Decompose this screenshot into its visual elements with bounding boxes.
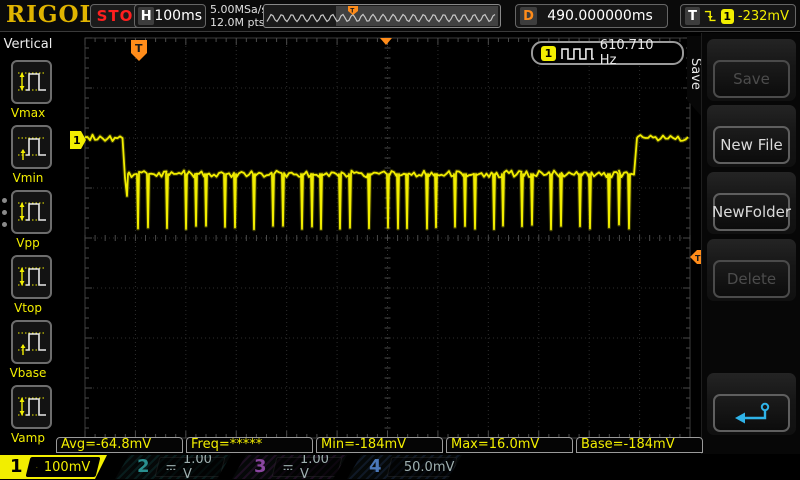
vtop-button[interactable] [11, 255, 52, 299]
scope-display: 1 T T [0, 0, 800, 480]
channel-2-tab[interactable]: 2 1.00 V [115, 455, 232, 479]
delay-d-badge: D [520, 7, 537, 25]
return-arrow-icon [732, 401, 772, 425]
channel-3-scale: 1.00 V [300, 452, 332, 480]
vamp-label: Vamp [0, 431, 56, 445]
channel-1-scale-box: 100mV [26, 457, 101, 477]
vbase-label: Vbase [0, 366, 56, 380]
horizontal-timebase-box[interactable]: H 100ms [134, 4, 206, 28]
channel-status-bar: 1 100mV 2 1.00 V 3 [0, 454, 800, 480]
softkey-menu: Save New File NewFolder Delete [701, 33, 800, 454]
channel-1-tab[interactable]: 1 100mV [0, 455, 114, 479]
channel-1-number: 1 [10, 456, 23, 478]
memory-depth: 12.0M pts [210, 16, 267, 29]
channel-4-scale-box: 50.0mV [387, 457, 458, 477]
menu-slot-delete: Delete [707, 239, 796, 301]
svg-text:T: T [135, 42, 143, 55]
measurement-base: Base=-184mV [576, 437, 703, 453]
frequency-counter: 1 610.710 Hz [531, 41, 684, 65]
falling-edge-icon [704, 8, 716, 24]
trigger-source-badge: 1 [721, 9, 734, 24]
horizontal-h-badge: H [138, 7, 154, 25]
new-file-button[interactable]: New File [713, 126, 790, 164]
vmax-label: Vmax [0, 106, 56, 120]
measurement-freq: Freq=***** [186, 437, 313, 453]
delete-button[interactable]: Delete [713, 260, 790, 298]
vamp-icon [15, 392, 49, 422]
vmax-icon [15, 67, 49, 97]
svg-text:1: 1 [73, 134, 81, 147]
acquisition-info: 5.00MSa/s 12.0M pts [210, 3, 267, 29]
channel-3-tab[interactable]: 3 1.00 V [232, 455, 348, 479]
ch1-ground-marker [70, 131, 86, 149]
trigger-position-marker [131, 40, 147, 61]
frequency-value: 610.710 Hz [600, 38, 674, 68]
channel-2-scale-box: 1.00 V [155, 457, 226, 477]
save-button[interactable]: Save [713, 60, 790, 98]
dc-coupling-icon [166, 463, 177, 472]
sample-rate: 5.00MSa/s [210, 3, 267, 16]
measurement-max: Max=16.0mV [446, 437, 573, 453]
vamp-button[interactable] [11, 385, 52, 429]
trigger-level-value: -232mV [738, 9, 791, 24]
waveform-preview-bar[interactable]: T [263, 4, 501, 28]
menu-slot-save: Save [707, 39, 796, 101]
channel-4-tab[interactable]: 4 50.0mV [347, 455, 463, 479]
vpp-button[interactable] [11, 190, 52, 234]
square-wave-icon [561, 46, 595, 60]
menu-slot-new-file: New File [707, 105, 796, 167]
sidebar-title: Vertical [0, 33, 56, 52]
vmin-button[interactable] [11, 125, 52, 169]
vtop-icon [15, 262, 49, 292]
back-button[interactable] [713, 394, 790, 432]
vmax-button[interactable] [11, 60, 52, 104]
vpp-label: Vpp [0, 236, 56, 250]
waveform-preview-icon: T [264, 5, 500, 27]
channel-2-scale: 1.00 V [183, 452, 215, 480]
channel-4-scale: 50.0mV [404, 460, 455, 475]
vtop-label: Vtop [0, 301, 56, 315]
menu-page-indicator [2, 198, 7, 227]
vpp-icon [15, 197, 49, 227]
vbase-button[interactable] [11, 320, 52, 364]
vmin-icon [15, 132, 49, 162]
measurement-avg: Avg=-64.8mV [56, 437, 183, 453]
channel-1-scale: 100mV [44, 460, 90, 475]
measurement-min: Min=-184mV [316, 437, 443, 453]
menu-slot-back [707, 373, 796, 435]
trigger-readout-box[interactable]: T 1 -232mV [680, 4, 796, 28]
menu-slot-new-folder: NewFolder [707, 172, 796, 234]
trigger-t-badge: T [685, 7, 700, 25]
dc-coupling-icon [36, 463, 38, 472]
center-position-marker [380, 38, 392, 45]
oscilloscope-screen: RIGOL STOP H 100ms 5.00MSa/s 12.0M pts T… [0, 0, 800, 480]
channel-3-scale-box: 1.00 V [272, 457, 343, 477]
delay-value: 490.000000ms [537, 8, 663, 24]
top-status-bar: RIGOL STOP H 100ms 5.00MSa/s 12.0M pts T… [0, 0, 800, 32]
vbase-icon [15, 327, 49, 357]
measure-sidebar: Vertical Vmax Vmin Vpp Vtop Vbase Vamp [0, 33, 56, 454]
delay-readout-box[interactable]: D 490.000000ms [515, 4, 668, 28]
channel-4-number: 4 [369, 456, 382, 478]
timebase-value: 100ms [154, 8, 202, 24]
vmin-label: Vmin [0, 171, 56, 185]
dc-coupling-icon [283, 463, 294, 472]
freq-counter-channel-badge: 1 [541, 46, 556, 61]
brand-logo: RIGOL [6, 1, 97, 28]
channel-2-number: 2 [137, 456, 150, 478]
channel-3-number: 3 [254, 456, 267, 478]
new-folder-button[interactable]: NewFolder [713, 193, 790, 231]
